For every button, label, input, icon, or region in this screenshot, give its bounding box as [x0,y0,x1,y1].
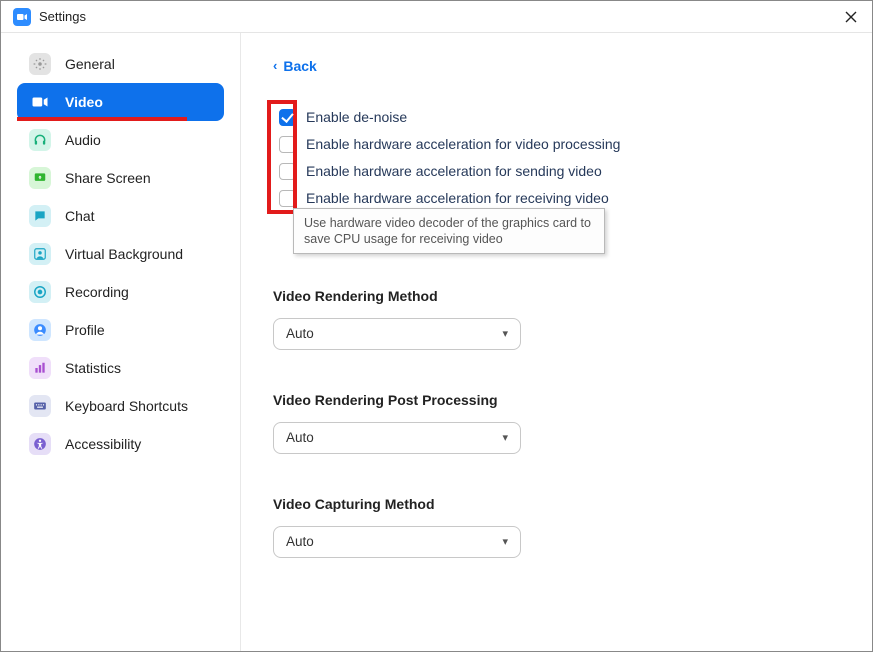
sidebar-item-label: Recording [65,284,129,300]
annotation-underline [17,117,187,121]
sidebar-item-share-screen[interactable]: Share Screen [17,159,224,197]
close-button[interactable] [842,8,860,26]
tooltip-text: Use hardware video decoder of the graphi… [304,216,591,246]
sidebar-item-label: Chat [65,208,95,224]
chat-icon [29,205,51,227]
sidebar-item-label: Audio [65,132,101,148]
select-capturing-method[interactable]: Auto ▾ [273,526,521,558]
section-label-rendering-method: Video Rendering Method [273,288,832,304]
checkbox-row-denoise: Enable de-noise [279,104,824,131]
statistics-icon [29,357,51,379]
sidebar-item-label: Video [65,94,103,110]
chevron-down-icon: ▾ [502,327,508,340]
sidebar-item-video[interactable]: Video [17,83,224,121]
sidebar-item-label: Profile [65,322,105,338]
checkbox-group: Enable de-noise Enable hardware accelera… [271,96,832,220]
sidebar-item-virtual-background[interactable]: Virtual Background [17,235,224,273]
checkbox-label: Enable hardware acceleration for receivi… [306,190,609,206]
share-screen-icon [29,167,51,189]
checkbox-denoise[interactable] [279,109,296,126]
sidebar-item-general[interactable]: General [17,45,224,83]
gear-icon [29,53,51,75]
chevron-left-icon: ‹ [273,58,277,73]
sidebar-item-statistics[interactable]: Statistics [17,349,224,387]
checkbox-label: Enable de-noise [306,109,407,125]
select-rendering-method[interactable]: Auto ▾ [273,318,521,350]
profile-icon [29,319,51,341]
recording-icon [29,281,51,303]
checkbox-row-hw-processing: Enable hardware acceleration for video p… [279,131,824,158]
checkbox-label: Enable hardware acceleration for video p… [306,136,620,152]
chevron-down-icon: ▾ [502,535,508,548]
select-value: Auto [286,430,314,445]
sidebar-item-recording[interactable]: Recording [17,273,224,311]
sidebar-item-audio[interactable]: Audio [17,121,224,159]
sidebar-item-label: Share Screen [65,170,151,186]
sidebar-item-chat[interactable]: Chat [17,197,224,235]
select-post-processing[interactable]: Auto ▾ [273,422,521,454]
section-label-post-processing: Video Rendering Post Processing [273,392,832,408]
window-title: Settings [39,9,86,24]
checkbox-hw-receiving[interactable] [279,190,296,207]
sidebar-item-keyboard-shortcuts[interactable]: Keyboard Shortcuts [17,387,224,425]
select-value: Auto [286,326,314,341]
titlebar: Settings [1,1,872,33]
virtual-background-icon [29,243,51,265]
accessibility-icon [29,433,51,455]
sidebar-item-label: Statistics [65,360,121,376]
sidebar-item-accessibility[interactable]: Accessibility [17,425,224,463]
sidebar: General Video Audio Share Screen Chat [1,33,241,651]
content-pane: ‹ Back Enable de-noise Enable hardware a… [241,33,872,651]
app-icon [13,8,31,26]
checkbox-label: Enable hardware acceleration for sending… [306,163,602,179]
keyboard-icon [29,395,51,417]
checkbox-hw-processing[interactable] [279,136,296,153]
checkbox-row-hw-sending: Enable hardware acceleration for sending… [279,158,824,185]
checkbox-hw-sending[interactable] [279,163,296,180]
sidebar-item-label: Accessibility [65,436,141,452]
sidebar-item-profile[interactable]: Profile [17,311,224,349]
section-label-capturing-method: Video Capturing Method [273,496,832,512]
video-icon [29,91,51,113]
sidebar-item-label: General [65,56,115,72]
chevron-down-icon: ▾ [502,431,508,444]
back-label: Back [283,58,316,74]
headphones-icon [29,129,51,151]
select-value: Auto [286,534,314,549]
tooltip: Use hardware video decoder of the graphi… [293,208,605,255]
sidebar-item-label: Virtual Background [65,246,183,262]
sidebar-item-label: Keyboard Shortcuts [65,398,188,414]
back-button[interactable]: ‹ Back [273,58,317,74]
